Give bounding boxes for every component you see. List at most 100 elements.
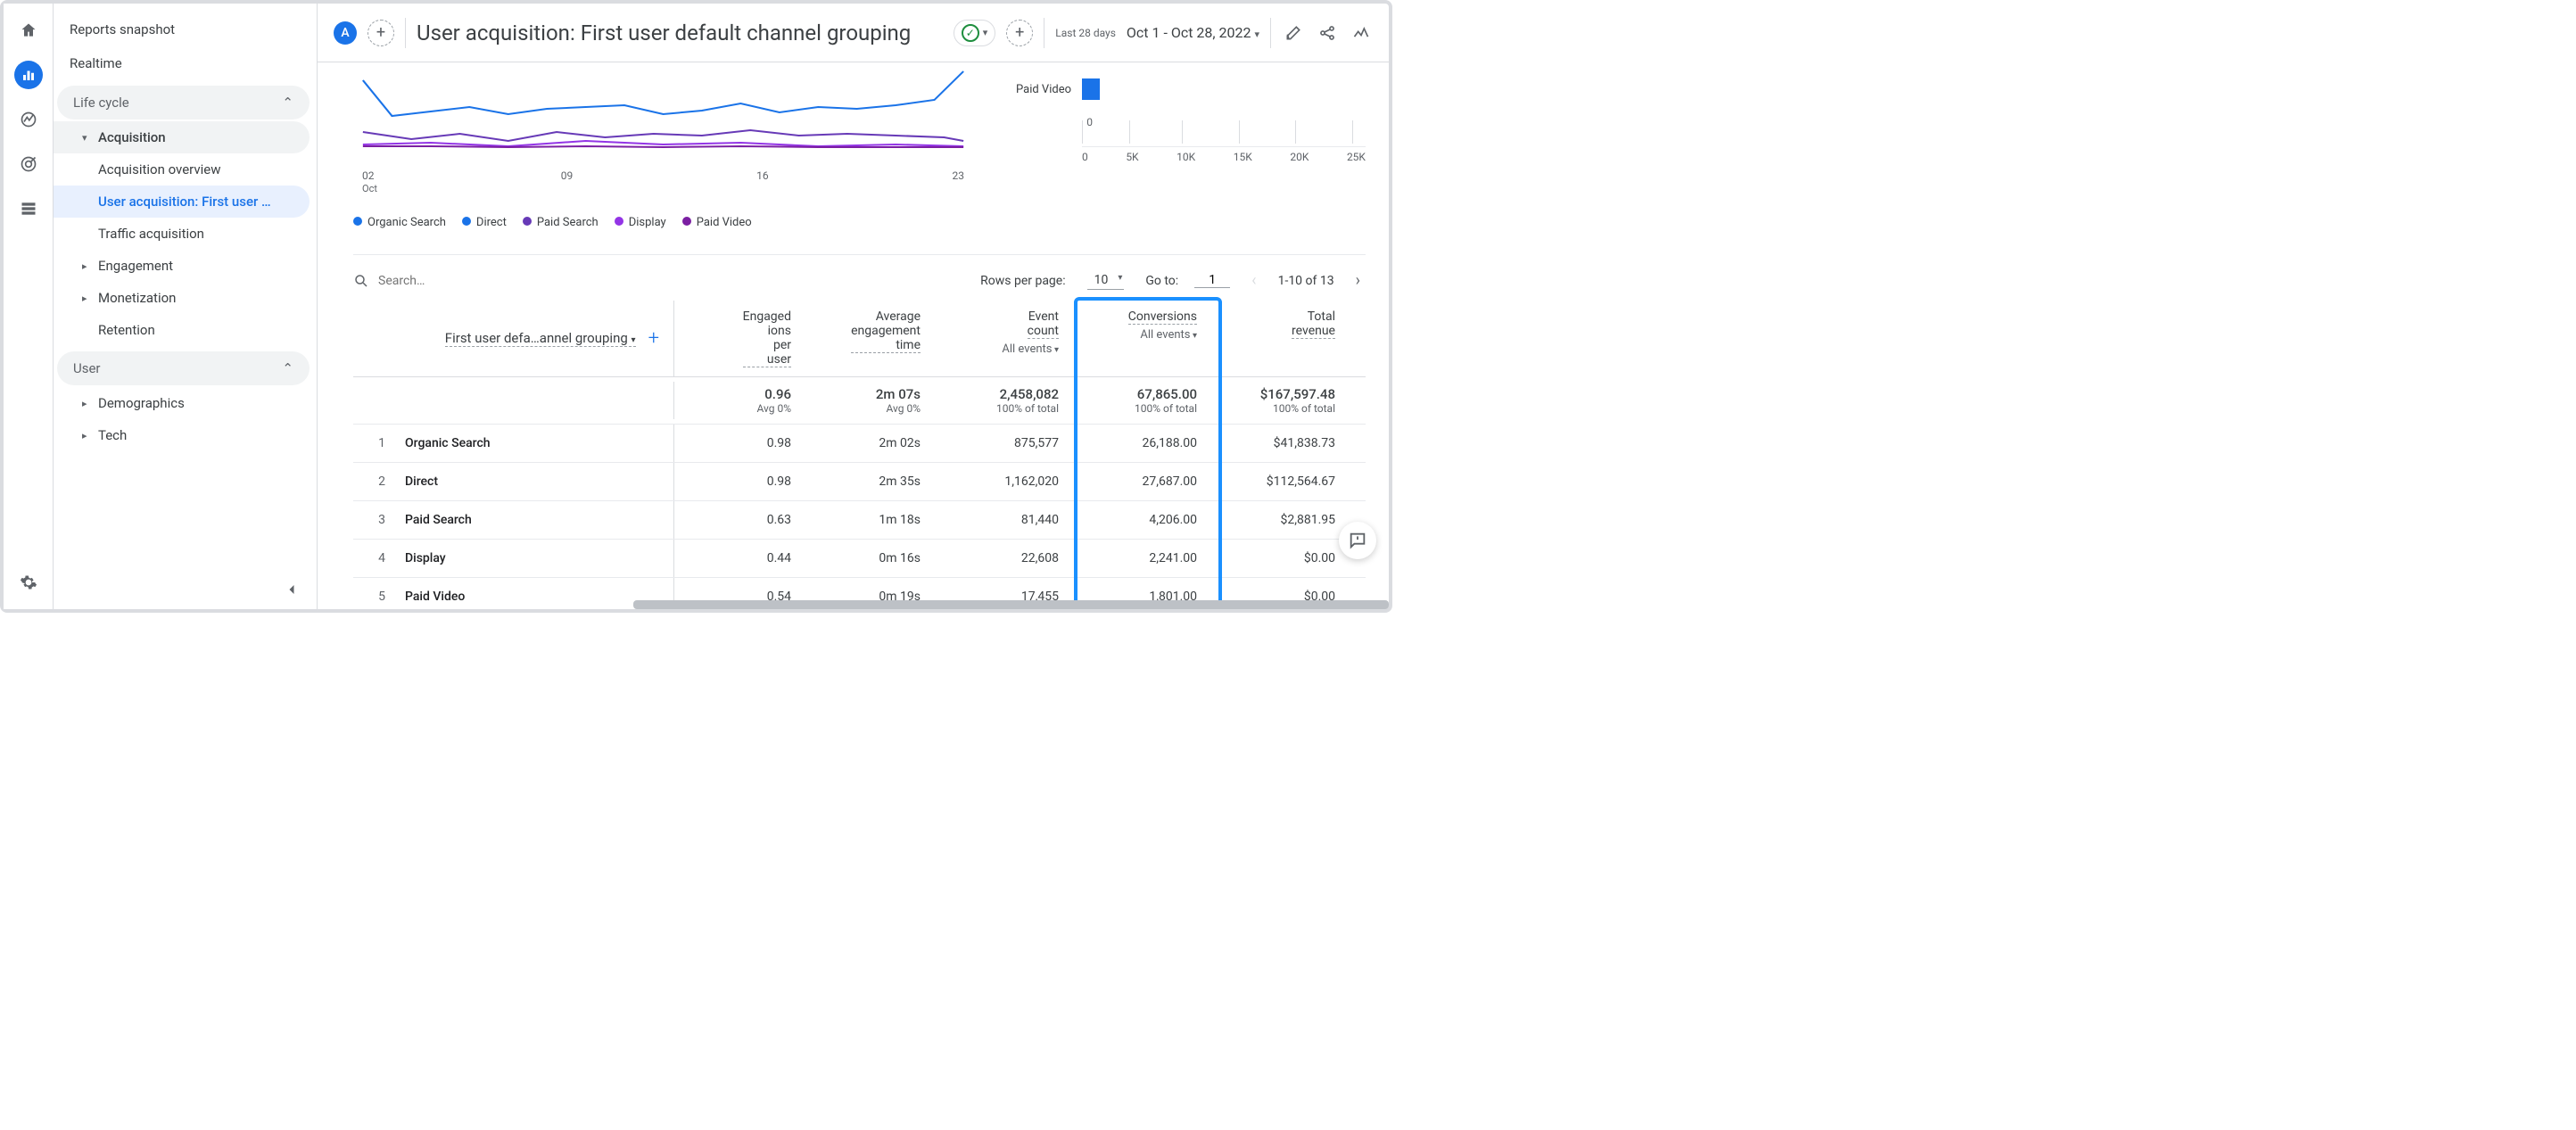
home-icon[interactable] <box>14 16 43 45</box>
advertising-icon[interactable] <box>14 150 43 178</box>
metric-cell: 0.63 <box>674 504 804 536</box>
x-month: Oct <box>362 183 377 194</box>
table-row[interactable]: 4Display0.440m 16s22,6082,241.00$0.00 <box>353 540 1366 578</box>
dimension-header: First user defa…annel grouping ▾ + <box>353 301 674 376</box>
horizontal-scrollbar[interactable] <box>633 600 1389 609</box>
reports-icon[interactable] <box>14 61 43 89</box>
edit-report-icon[interactable] <box>1282 21 1305 45</box>
add-filter-button[interactable]: + <box>1006 20 1033 46</box>
table-row[interactable]: 1Organic Search0.982m 02s875,57726,188.0… <box>353 425 1366 463</box>
metric-cell: 2,241.00 <box>1071 542 1210 574</box>
table-row[interactable]: 3Paid Search0.631m 18s81,4404,206.00$2,8… <box>353 501 1366 540</box>
metric-header[interactable]: Averageengagementtime <box>804 301 933 376</box>
metric-cell: 2m 35s <box>804 466 933 498</box>
search-input[interactable] <box>378 274 503 288</box>
explore-icon[interactable] <box>14 105 43 134</box>
add-comparison-button[interactable]: + <box>367 20 394 46</box>
metric-header[interactable]: ConversionsAll events <box>1071 301 1210 376</box>
feedback-button[interactable] <box>1339 522 1376 559</box>
sidebar-engagement[interactable]: ▸Engagement <box>54 250 310 282</box>
sidebar-user-acquisition[interactable]: User acquisition: First user … <box>54 186 310 218</box>
dimension-picker[interactable]: First user defa…annel grouping ▾ <box>445 330 636 347</box>
row-name: Direct <box>405 474 438 489</box>
totals-row: 0.96Avg 0%2m 07sAvg 0%2,458,082100% of t… <box>353 377 1366 425</box>
rows-per-page-select[interactable]: 10 <box>1087 271 1125 290</box>
next-page-button[interactable]: › <box>1350 271 1366 290</box>
line-chart: 02Oct 09 16 23 <box>353 62 973 205</box>
row-index: 4 <box>367 551 385 565</box>
dim-cell: 1Organic Search <box>353 425 674 462</box>
sidebar-demographics[interactable]: ▸Demographics <box>54 387 310 419</box>
legend-dot-icon <box>682 217 691 226</box>
engagement-label: Engagement <box>98 258 173 274</box>
main: A + User acquisition: First user default… <box>318 4 1389 609</box>
metric-header[interactable]: Engagedionsperuser <box>674 301 804 376</box>
segment-avatar[interactable]: A <box>334 21 357 45</box>
metric-cell: 22,608 <box>933 542 1071 574</box>
bar-tick: 20K <box>1290 151 1309 163</box>
sidebar-reports-snapshot[interactable]: Reports snapshot <box>54 12 310 46</box>
legend-item[interactable]: Organic Search <box>353 216 446 229</box>
sidebar-monetization[interactable]: ▸Monetization <box>54 282 310 314</box>
sidebar-acquisition[interactable]: ▾Acquisition <box>54 121 310 153</box>
insights-icon[interactable] <box>1350 21 1373 45</box>
sidebar-group-user[interactable]: User⌃ <box>57 351 310 385</box>
chevron-down-icon: ▾ <box>632 335 636 345</box>
configure-icon[interactable] <box>14 194 43 223</box>
page-title: User acquisition: First user default cha… <box>417 21 911 45</box>
chevron-up-icon: ⌃ <box>282 360 293 376</box>
add-dimension-button[interactable]: + <box>648 327 659 350</box>
icon-rail <box>4 4 54 609</box>
legend-item[interactable]: Display <box>615 216 666 229</box>
goto-input[interactable] <box>1194 273 1230 288</box>
sidebar-traffic-acquisition[interactable]: Traffic acquisition <box>54 218 310 250</box>
demographics-label: Demographics <box>98 395 185 411</box>
row-index: 3 <box>367 513 385 527</box>
prev-page-button[interactable]: ‹ <box>1246 271 1261 290</box>
metric-header[interactable]: EventcountAll events <box>933 301 1071 376</box>
bar-tick: 10K <box>1177 151 1195 163</box>
acquisition-label: Acquisition <box>98 129 166 145</box>
bar-segment <box>1082 78 1100 100</box>
dim-cell: 3Paid Search <box>353 501 674 539</box>
sidebar-group-lifecycle[interactable]: Life cycle⌃ <box>57 86 310 120</box>
totals-dim <box>353 382 674 419</box>
chevron-down-icon: ▾ <box>983 27 988 38</box>
metric-filter[interactable]: All events <box>1084 328 1197 342</box>
date-preset-label: Last 28 days <box>1055 27 1116 39</box>
lifecycle-label: Life cycle <box>73 95 129 111</box>
date-range-picker[interactable]: Oct 1 - Oct 28, 2022 ▾ <box>1127 24 1259 41</box>
row-name: Paid Video <box>405 590 465 604</box>
metric-cell: 26,188.00 <box>1071 427 1210 459</box>
metric-header[interactable]: Totalrevenue <box>1210 301 1348 376</box>
share-icon[interactable] <box>1316 21 1339 45</box>
legend-dot-icon <box>615 217 623 226</box>
x-tick: 09 <box>561 169 574 194</box>
chevron-down-icon: ▾ <box>1254 29 1259 40</box>
sidebar-retention[interactable]: Retention <box>54 314 310 346</box>
metric-cell: $2,881.95 <box>1210 504 1348 536</box>
sidebar-acq-overview[interactable]: Acquisition overview <box>54 153 310 186</box>
metric-filter[interactable]: All events <box>945 342 1059 356</box>
totals-cell: 2,458,082100% of total <box>933 377 1071 424</box>
metric-cell: 0.44 <box>674 542 804 574</box>
collapse-sidebar-icon[interactable] <box>283 581 301 598</box>
x-tick: 02 <box>362 169 375 182</box>
totals-cell: 2m 07sAvg 0% <box>804 377 933 424</box>
legend-item[interactable]: Direct <box>462 216 507 229</box>
bar-tick: 25K <box>1347 151 1366 163</box>
data-table: First user defa…annel grouping ▾ + Engag… <box>353 301 1366 609</box>
table-header: First user defa…annel grouping ▾ + Engag… <box>353 301 1366 377</box>
sidebar-tech[interactable]: ▸Tech <box>54 419 310 451</box>
metric-cell: 0m 16s <box>804 542 933 574</box>
legend-item[interactable]: Paid Search <box>523 216 599 229</box>
legend-item[interactable]: Paid Video <box>682 216 752 229</box>
status-chip[interactable]: ✓▾ <box>954 20 996 46</box>
settings-icon[interactable] <box>14 568 43 597</box>
sidebar-realtime[interactable]: Realtime <box>54 46 310 80</box>
dim-cell: 2Direct <box>353 463 674 500</box>
caret-right-icon: ▸ <box>82 293 98 304</box>
bar-label: Paid Video <box>1000 83 1071 96</box>
table-search[interactable] <box>353 273 503 289</box>
table-row[interactable]: 2Direct0.982m 35s1,162,02027,687.00$112,… <box>353 463 1366 501</box>
